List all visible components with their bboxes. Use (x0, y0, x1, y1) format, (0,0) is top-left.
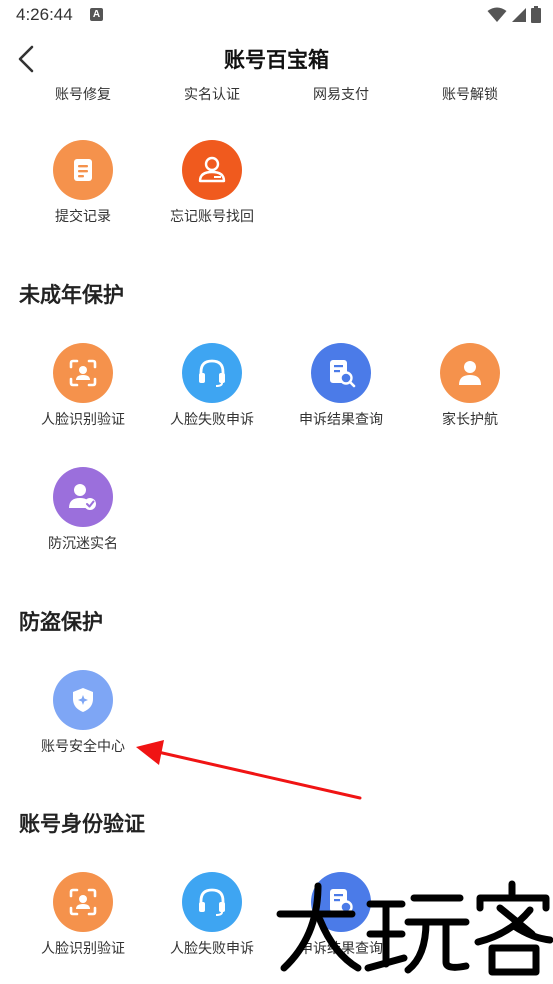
status-bar: 4:26:44 A (0, 0, 553, 32)
headset-icon (199, 888, 225, 916)
tile-circle (53, 872, 113, 932)
top-item-account-unlock[interactable]: 账号解锁 (405, 84, 535, 104)
tile-circle (182, 872, 242, 932)
user-verified-icon (69, 484, 96, 510)
tile-label: 申诉结果查询 (299, 412, 383, 428)
tile-submit-records[interactable]: 提交记录 (18, 140, 148, 240)
tile-appeal-result[interactable]: 申诉结果查询 (276, 343, 406, 443)
tile-circle (182, 343, 242, 403)
notification-app-icon: A (90, 8, 103, 21)
tile-circle (311, 872, 371, 932)
header: 账号百宝箱 (0, 34, 553, 86)
tile-account-security-center[interactable]: 账号安全中心 (18, 670, 148, 770)
tile-circle (53, 467, 113, 527)
user-card-icon (198, 156, 226, 183)
tile-label: 账号安全中心 (41, 739, 125, 755)
tile-appeal-result-2[interactable]: 申诉结果查询 (276, 872, 406, 972)
face-scan-icon (69, 359, 97, 387)
shield-icon (73, 688, 93, 712)
tile-circle (53, 140, 113, 200)
top-item-real-name[interactable]: 实名认证 (147, 84, 277, 104)
tile-circle (440, 343, 500, 403)
section-title-identity-verification: 账号身份验证 (19, 812, 145, 836)
top-row: 账号修复 实名认证 网易支付 账号解锁 (0, 84, 553, 108)
headset-icon (199, 359, 225, 387)
signal-icon (512, 7, 526, 22)
tile-label: 人脸识别验证 (41, 412, 125, 428)
section-title-minor-protection: 未成年保护 (19, 283, 124, 307)
tile-face-verify[interactable]: 人脸识别验证 (18, 343, 148, 443)
tile-circle (311, 343, 371, 403)
person-icon (459, 361, 481, 385)
tile-label: 家长护航 (442, 412, 498, 428)
red-arrow-annotation (136, 740, 362, 800)
tile-label: 申诉结果查询 (299, 941, 383, 957)
tile-label: 忘记账号找回 (170, 209, 254, 225)
document-search-icon (330, 889, 356, 917)
tile-face-appeal-2[interactable]: 人脸失败申诉 (147, 872, 277, 972)
tile-label: 提交记录 (55, 209, 111, 225)
document-search-icon (330, 360, 356, 388)
tile-label: 人脸失败申诉 (170, 941, 254, 957)
tile-circle (182, 140, 242, 200)
battery-icon (531, 6, 541, 23)
page-title: 账号百宝箱 (224, 48, 329, 72)
document-icon (74, 159, 92, 181)
tile-face-appeal[interactable]: 人脸失败申诉 (147, 343, 277, 443)
tile-circle (53, 670, 113, 730)
status-icons (487, 6, 541, 23)
tile-anti-addiction[interactable]: 防沉迷实名 (18, 467, 148, 567)
tile-label: 防沉迷实名 (48, 536, 118, 552)
face-scan-icon (69, 888, 97, 916)
top-item-account-repair[interactable]: 账号修复 (18, 84, 148, 104)
wifi-icon (487, 7, 507, 22)
tile-circle (53, 343, 113, 403)
tile-face-verify-2[interactable]: 人脸识别验证 (18, 872, 148, 972)
tile-label: 人脸识别验证 (41, 941, 125, 957)
tile-label: 人脸失败申诉 (170, 412, 254, 428)
tile-parent-guard[interactable]: 家长护航 (405, 343, 535, 443)
top-item-netease-pay[interactable]: 网易支付 (276, 84, 406, 104)
section-title-theft-protection: 防盗保护 (19, 610, 103, 634)
status-time: 4:26:44 (16, 5, 73, 24)
tile-forgot-account[interactable]: 忘记账号找回 (147, 140, 277, 240)
